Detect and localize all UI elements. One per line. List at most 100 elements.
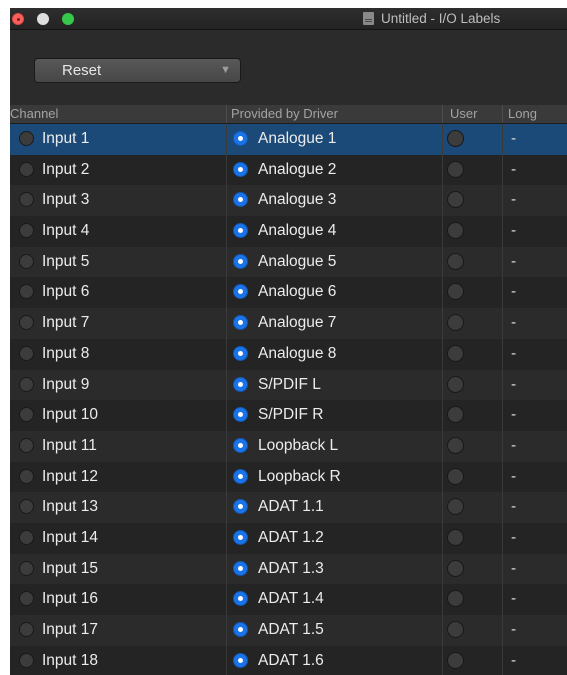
table-row[interactable]: Input 8 Analogue 8 - [10,338,567,370]
table-row[interactable]: Input 16 ADAT 1.4 - [10,584,567,615]
channel-radio[interactable] [19,591,34,607]
channel-radio[interactable] [19,131,34,146]
long-label[interactable]: - [511,468,516,486]
long-label[interactable]: - [511,590,516,608]
table-row[interactable]: Input 5 Analogue 5 - [10,246,567,278]
user-label-radio[interactable] [447,222,464,240]
driver-label-radio[interactable] [233,622,248,637]
table-row[interactable]: Input 18 ADAT 1.6 - [10,645,567,675]
user-label-radio[interactable] [447,528,464,546]
driver-label-radio[interactable] [233,345,248,361]
driver-label-radio[interactable] [233,131,248,146]
channel-radio[interactable] [19,652,34,668]
table-row[interactable]: Input 11 Loopback L - [10,430,567,462]
channel-radio[interactable] [19,622,34,637]
channel-radio[interactable] [19,253,34,269]
driver-label-radio[interactable] [233,315,248,331]
long-label[interactable]: - [511,437,516,455]
title-bar[interactable]: Untitled - I/O Labels [10,8,567,30]
user-label-radio[interactable] [447,344,464,362]
long-label[interactable]: - [511,652,516,670]
user-label-radio[interactable] [447,130,464,147]
minimize-button[interactable] [37,13,49,25]
user-label-radio[interactable] [447,436,464,454]
channel-radio[interactable] [19,529,34,545]
table-row[interactable]: Input 13 ADAT 1.1 - [10,492,567,523]
driver-label-radio[interactable] [233,591,248,607]
table-row[interactable]: Input 4 Analogue 4 - [10,216,567,247]
user-label-radio[interactable] [447,621,464,638]
user-label-radio[interactable] [447,651,464,669]
driver-label-radio[interactable] [233,499,248,515]
long-label[interactable]: - [511,560,516,578]
close-button[interactable] [12,13,24,25]
user-label-radio[interactable] [447,375,464,393]
user-label-radio[interactable] [447,252,464,270]
long-label[interactable]: - [511,345,516,363]
column-header-channel[interactable]: Channel [10,106,58,121]
long-label[interactable]: - [511,191,516,209]
long-label[interactable]: - [511,621,516,639]
table-row[interactable]: Input 15 ADAT 1.3 - [10,553,567,585]
channel-radio[interactable] [19,284,34,300]
channel-radio[interactable] [19,407,34,423]
table-row[interactable]: Input 17 ADAT 1.5 - [10,615,567,646]
user-label-radio[interactable] [447,283,464,301]
channel-radio[interactable] [19,560,34,576]
long-label[interactable]: - [511,222,516,240]
driver-label-radio[interactable] [233,223,248,239]
table-row[interactable]: Input 1 Analogue 1 - [10,124,567,155]
channel-radio[interactable] [19,376,34,392]
driver-label-radio[interactable] [233,192,248,208]
user-label-radio[interactable] [447,559,464,577]
column-header-provided[interactable]: Provided by Driver [231,106,338,121]
column-divider [442,308,443,339]
zoom-button[interactable] [62,13,74,25]
long-label[interactable]: - [511,406,516,424]
column-header-long[interactable]: Long [508,106,537,121]
table-row[interactable]: Input 6 Analogue 6 - [10,277,567,309]
long-label[interactable]: - [511,498,516,516]
long-label[interactable]: - [511,376,516,394]
user-label-radio[interactable] [447,498,464,516]
channel-radio[interactable] [19,192,34,208]
driver-label-radio[interactable] [233,253,248,269]
driver-label-radio[interactable] [233,437,248,453]
driver-label-radio[interactable] [233,529,248,545]
user-label-radio[interactable] [447,160,464,178]
table-row[interactable]: Input 2 Analogue 2 - [10,154,567,186]
channel-radio[interactable] [19,345,34,361]
driver-label-radio[interactable] [233,407,248,423]
user-label-radio[interactable] [447,314,464,332]
driver-label-radio[interactable] [233,560,248,576]
reset-popup-button[interactable]: Reset ▼ [34,58,241,83]
long-label[interactable]: - [511,314,516,332]
long-label[interactable]: - [511,130,516,148]
long-label[interactable]: - [511,161,516,179]
channel-radio[interactable] [19,499,34,515]
table-row[interactable]: Input 10 S/PDIF R - [10,400,567,431]
channel-radio[interactable] [19,468,34,484]
user-label-radio[interactable] [447,590,464,608]
channel-radio[interactable] [19,223,34,239]
table-row[interactable]: Input 3 Analogue 3 - [10,185,567,217]
channel-radio[interactable] [19,161,34,177]
table-row[interactable]: Input 7 Analogue 7 - [10,308,567,339]
driver-label-radio[interactable] [233,652,248,668]
driver-label-radio[interactable] [233,376,248,392]
driver-label-radio[interactable] [233,161,248,177]
table-row[interactable]: Input 14 ADAT 1.2 - [10,522,567,554]
channel-radio[interactable] [19,437,34,453]
long-label[interactable]: - [511,253,516,271]
table-row[interactable]: Input 9 S/PDIF L - [10,369,567,401]
channel-radio[interactable] [19,315,34,331]
user-label-radio[interactable] [447,191,464,209]
driver-label-radio[interactable] [233,468,248,484]
user-label-radio[interactable] [447,406,464,424]
driver-label-radio[interactable] [233,284,248,300]
user-label-radio[interactable] [447,467,464,485]
table-row[interactable]: Input 12 Loopback R - [10,461,567,493]
long-label[interactable]: - [511,283,516,301]
long-label[interactable]: - [511,529,516,547]
column-header-user[interactable]: User [450,106,477,121]
